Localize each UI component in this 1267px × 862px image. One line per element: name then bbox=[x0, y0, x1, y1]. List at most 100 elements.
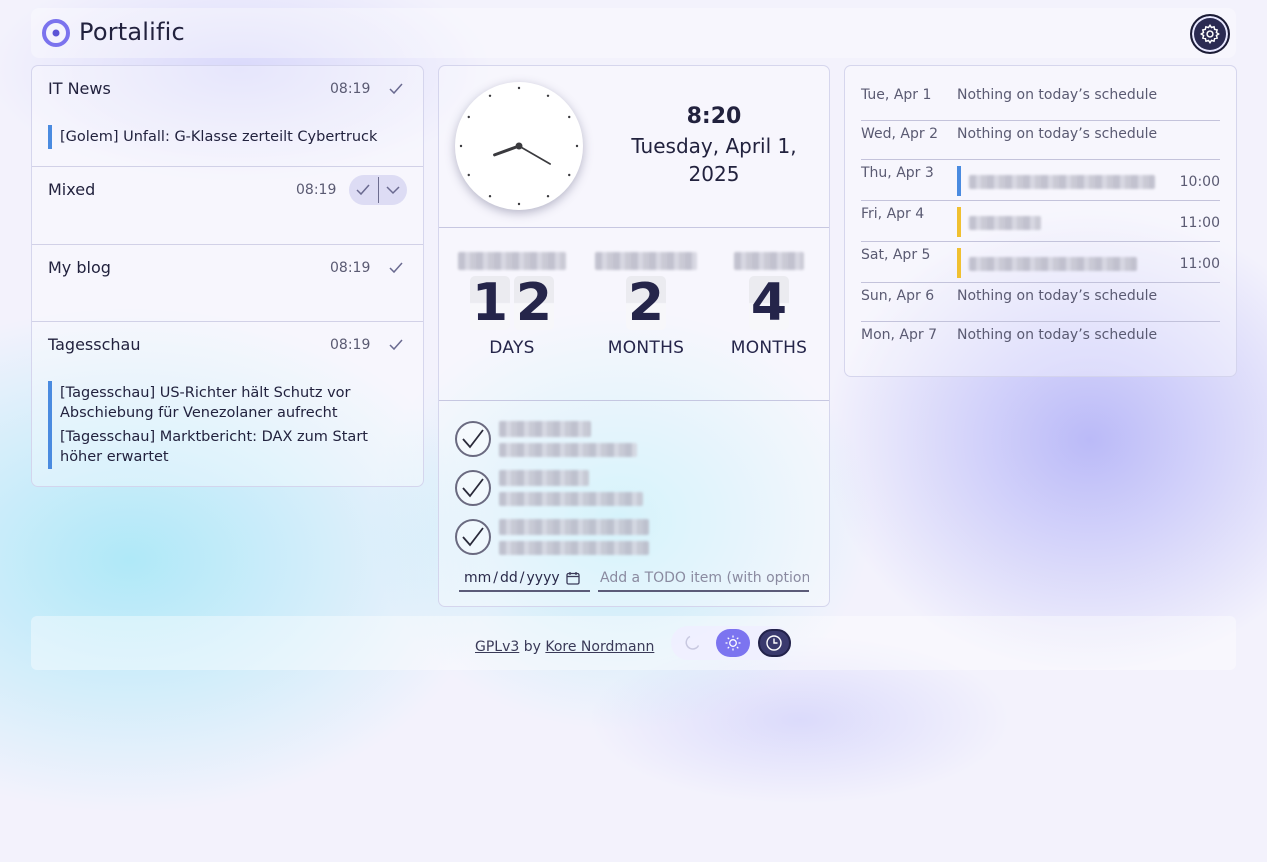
countdown-days: 1 2 DAYS bbox=[453, 252, 571, 358]
date-day-placeholder: dd bbox=[500, 570, 518, 586]
clock-tick bbox=[517, 202, 521, 206]
theme-light-button[interactable] bbox=[716, 629, 750, 657]
feeds-panel: IT News 08:19 [Golem] Unfall: G-Klasse z… bbox=[31, 65, 424, 487]
countdown-label bbox=[458, 252, 566, 270]
date-year-placeholder: yyyy bbox=[526, 570, 560, 586]
clock-tick bbox=[467, 173, 470, 177]
countdown-unit: MONTHS bbox=[730, 338, 808, 358]
license-link[interactable]: GPLv3 bbox=[475, 639, 519, 655]
event-title bbox=[969, 216, 1041, 230]
feed-action-group bbox=[349, 175, 407, 205]
calendar-icon[interactable] bbox=[565, 571, 580, 585]
app-title: Portalific bbox=[79, 18, 185, 46]
feed-time: 08:19 bbox=[330, 337, 371, 353]
clock-tick bbox=[459, 144, 463, 148]
countdown-label bbox=[595, 252, 697, 270]
todo-date bbox=[499, 541, 649, 555]
calendar-day: Tue, Apr 1 Nothing on today’s schedule bbox=[861, 66, 1220, 121]
theme-switcher bbox=[671, 626, 792, 660]
news-item[interactable]: [Tagesschau] Marktbericht: DAX zum Start… bbox=[52, 425, 397, 469]
clock-tick bbox=[467, 115, 470, 119]
calendar-event[interactable]: 10:00 bbox=[957, 162, 1220, 200]
event-title bbox=[969, 175, 1155, 189]
day-date: Wed, Apr 2 bbox=[861, 126, 938, 142]
event-time: 11:00 bbox=[1179, 256, 1220, 272]
todo-title bbox=[499, 421, 591, 437]
check-icon bbox=[389, 262, 403, 274]
todo-date bbox=[499, 443, 637, 457]
day-empty-text: Nothing on today’s schedule bbox=[957, 288, 1158, 304]
digital-time: 8:20 bbox=[686, 104, 742, 129]
feed-time: 08:19 bbox=[330, 81, 371, 97]
dashboard-panel: 8:20 Tuesday, April 1, 2025 1 2 DAYS 2 M… bbox=[438, 65, 830, 607]
date-month-placeholder: mm bbox=[464, 570, 492, 586]
check-icon bbox=[462, 478, 484, 498]
todo-date-input[interactable]: mm / dd / yyyy bbox=[459, 566, 590, 592]
chevron-down-icon bbox=[386, 186, 400, 195]
divider bbox=[439, 400, 829, 401]
top-bar: Portalific bbox=[31, 8, 1236, 58]
todo-complete-button[interactable] bbox=[455, 421, 491, 457]
day-date: Sun, Apr 6 bbox=[861, 288, 935, 304]
event-title bbox=[969, 257, 1137, 271]
feed-my-blog: My blog 08:19 bbox=[32, 245, 423, 322]
countdown-label bbox=[734, 252, 804, 270]
countdown-unit: DAYS bbox=[489, 338, 535, 358]
event-color-bar bbox=[957, 248, 961, 278]
calendar-day: Sat, Apr 5 11:00 bbox=[861, 242, 1220, 283]
check-icon bbox=[462, 527, 484, 547]
feed-mixed: Mixed 08:19 bbox=[32, 167, 423, 245]
clock-tick bbox=[488, 195, 492, 198]
feed-title: IT News bbox=[48, 79, 111, 98]
check-icon bbox=[389, 339, 403, 351]
day-date: Sat, Apr 5 bbox=[861, 247, 931, 263]
footer: GPLv3 by Kore Nordmann bbox=[31, 616, 1236, 670]
theme-auto-button[interactable] bbox=[757, 629, 792, 657]
news-list: [Tagesschau] US-Richter hält Schutz vor … bbox=[48, 381, 397, 469]
check-icon bbox=[356, 184, 370, 196]
day-empty-text: Nothing on today’s schedule bbox=[957, 327, 1158, 343]
feed-title: Tagesschau bbox=[48, 335, 141, 354]
mark-read-button[interactable] bbox=[382, 255, 410, 281]
calendar-event[interactable]: 11:00 bbox=[957, 203, 1220, 241]
clock-face-icon bbox=[459, 86, 579, 206]
author-link[interactable]: Kore Nordmann bbox=[545, 639, 654, 655]
event-time: 11:00 bbox=[1179, 215, 1220, 231]
countdown-digit: 4 bbox=[749, 273, 789, 333]
news-item[interactable]: [Tagesschau] US-Richter hält Schutz vor … bbox=[52, 381, 397, 425]
theme-dark-button[interactable] bbox=[675, 629, 708, 657]
footer-credit: GPLv3 by Kore Nordmann bbox=[475, 639, 654, 655]
event-time: 10:00 bbox=[1179, 174, 1220, 190]
feed-title: Mixed bbox=[48, 180, 96, 199]
check-icon bbox=[389, 83, 403, 95]
check-icon bbox=[462, 429, 484, 449]
mark-read-button[interactable] bbox=[349, 175, 378, 205]
settings-button[interactable] bbox=[1190, 14, 1230, 54]
calendar-event[interactable]: 11:00 bbox=[957, 244, 1220, 282]
clock-tick bbox=[546, 94, 550, 97]
current-date: Tuesday, April 1, 2025 bbox=[631, 134, 797, 186]
todo-complete-button[interactable] bbox=[455, 519, 491, 555]
calendar-day: Wed, Apr 2 Nothing on today’s schedule bbox=[861, 121, 1220, 160]
countdown-digit: 2 bbox=[626, 273, 666, 333]
footer-by-text: by bbox=[523, 639, 541, 655]
gear-icon bbox=[1199, 23, 1220, 45]
expand-button[interactable] bbox=[379, 175, 408, 205]
mark-read-button[interactable] bbox=[382, 76, 410, 102]
day-date: Tue, Apr 1 bbox=[861, 87, 932, 103]
clock-tick bbox=[546, 195, 550, 198]
news-item[interactable]: [Golem] Unfall: G-Klasse zerteilt Cybert… bbox=[52, 125, 397, 149]
calendar-panel: Tue, Apr 1 Nothing on today’s schedule W… bbox=[844, 65, 1237, 377]
clock-tick bbox=[488, 94, 492, 97]
mark-read-button[interactable] bbox=[382, 332, 410, 358]
todo-complete-button[interactable] bbox=[455, 470, 491, 506]
event-color-bar bbox=[957, 207, 961, 237]
event-color-bar bbox=[957, 166, 961, 196]
todo-title bbox=[499, 470, 589, 486]
todo-date bbox=[499, 492, 643, 506]
sun-icon bbox=[725, 635, 741, 651]
clock-tick bbox=[517, 86, 521, 90]
day-empty-text: Nothing on today’s schedule bbox=[957, 126, 1158, 142]
feed-time: 08:19 bbox=[330, 260, 371, 276]
todo-input[interactable] bbox=[598, 566, 809, 592]
